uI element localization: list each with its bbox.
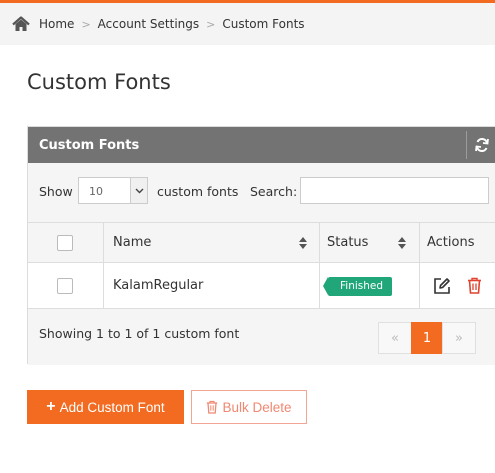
bulk-delete-label: Bulk Delete — [222, 399, 292, 415]
refresh-icon[interactable] — [466, 131, 495, 159]
table-controls: Show 10 custom fonts Search: — [28, 163, 495, 222]
trash-icon[interactable] — [467, 277, 482, 298]
search-input[interactable] — [300, 177, 489, 204]
breadcrumb-home[interactable]: Home — [39, 17, 74, 31]
breadcrumb-current: Custom Fonts — [222, 17, 305, 31]
table-info: Showing 1 to 1 of 1 custom fonts — [39, 326, 239, 341]
column-divider — [419, 263, 420, 308]
column-header-actions: Actions — [427, 235, 475, 250]
breadcrumb: Home > Account Settings > Custom Fonts — [0, 3, 495, 45]
pagination-next[interactable]: » — [442, 322, 476, 354]
page-size-suffix: custom fonts — [157, 184, 239, 199]
sort-icon[interactable] — [299, 237, 307, 249]
show-label: Show — [39, 184, 73, 199]
panel-title: Custom Fonts — [39, 137, 140, 153]
column-divider — [103, 223, 104, 262]
page-size-select[interactable]: 10 — [78, 177, 148, 204]
breadcrumb-account-settings[interactable]: Account Settings — [98, 17, 199, 31]
pagination-prev[interactable]: « — [378, 322, 412, 354]
trash-icon — [206, 400, 218, 414]
page-size-value: 10 — [89, 185, 103, 198]
column-divider — [319, 223, 320, 262]
edit-icon[interactable] — [433, 277, 451, 299]
add-custom-font-label: Add Custom Font — [59, 399, 165, 415]
table-footer: Showing 1 to 1 of 1 custom fonts « 1 » — [28, 309, 495, 365]
column-header-name[interactable]: Name — [113, 235, 151, 250]
font-name: KalamRegular — [113, 278, 204, 293]
column-divider — [319, 263, 320, 308]
select-all-checkbox[interactable] — [57, 235, 73, 251]
column-header-status[interactable]: Status — [327, 235, 368, 250]
page-title: Custom Fonts — [27, 70, 171, 94]
breadcrumb-separator: > — [206, 17, 216, 31]
column-divider — [103, 263, 104, 308]
bulk-delete-button[interactable]: Bulk Delete — [191, 390, 307, 424]
pagination: « 1 » — [378, 322, 476, 354]
table-row: KalamRegular Finished — [28, 263, 495, 309]
sort-icon[interactable] — [398, 237, 406, 249]
home-icon[interactable] — [12, 16, 30, 32]
column-divider — [419, 223, 420, 262]
table-header: Name Status Actions — [28, 222, 495, 263]
row-checkbox[interactable] — [57, 278, 73, 294]
add-custom-font-button[interactable]: + Add Custom Font — [27, 390, 184, 424]
search-label: Search: — [250, 184, 298, 199]
panel-header: Custom Fonts — [28, 127, 495, 163]
pagination-page-1[interactable]: 1 — [411, 322, 443, 354]
status-badge: Finished — [322, 277, 393, 296]
breadcrumb-separator: > — [81, 17, 91, 31]
chevron-down-icon[interactable] — [130, 178, 147, 203]
custom-fonts-panel: Custom Fonts Show 10 custom fonts Search… — [27, 126, 495, 365]
plus-icon: + — [46, 398, 56, 415]
